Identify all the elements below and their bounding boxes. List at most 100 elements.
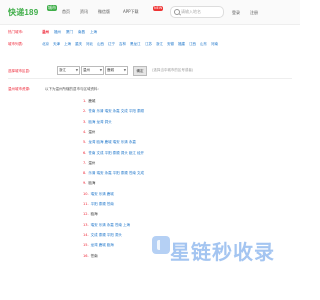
search-input[interactable]: 请输入地名 bbox=[181, 9, 201, 15]
item-tags[interactable]: 文成 泰顺 平阳 洞头 bbox=[91, 233, 122, 237]
new-badge: NEW bbox=[153, 6, 164, 11]
item-number: 15. bbox=[83, 243, 89, 248]
hot-city[interactable]: 福州 bbox=[54, 30, 61, 35]
hot-city[interactable]: 南昌 bbox=[78, 30, 85, 35]
city-link[interactable]: 河南 bbox=[211, 42, 218, 47]
login-link[interactable]: 登录 bbox=[232, 10, 240, 16]
list-item[interactable]: 4. 温州 bbox=[83, 130, 95, 135]
list-item[interactable]: 9. 瓯海 bbox=[83, 181, 95, 186]
city-link[interactable]: 北京 bbox=[42, 42, 49, 47]
city-link[interactable]: 吉林 bbox=[119, 42, 126, 47]
list-item[interactable]: 5. 龙湾 瓯海 鹿城 瑞安 乐清 永嘉 bbox=[83, 140, 136, 145]
item-number: 16. bbox=[83, 253, 89, 258]
chevron-down-icon: ▼ bbox=[123, 68, 126, 72]
item-tags[interactable]: 苍南 乐清 瑞安 永嘉 文成 平阳 泰顺 bbox=[88, 109, 144, 113]
item-tags[interactable]: 乐清 瑞安 永嘉 平阳 泰顺 苍南 文成 bbox=[88, 171, 144, 175]
item-tags[interactable]: 瑞安 乐清 永嘉 苍南 上海 bbox=[91, 223, 130, 227]
item-number: 11. bbox=[83, 202, 89, 206]
query-hint: (选择当中城市的区号或者) bbox=[152, 68, 194, 72]
nav-home[interactable]: 首页 bbox=[62, 9, 70, 15]
city-link[interactable]: 浙江 bbox=[156, 42, 163, 47]
watermark-logo-icon bbox=[152, 236, 170, 254]
item-name[interactable]: 温州 bbox=[88, 161, 95, 165]
register-link[interactable]: 注册 bbox=[250, 10, 258, 16]
city-link[interactable]: 安徽 bbox=[167, 42, 174, 47]
list-item[interactable]: 11. 平阳 泰顺 苍南 bbox=[83, 202, 114, 207]
list-item[interactable]: 16. 苍南 bbox=[83, 254, 98, 259]
city-value: 温州 bbox=[83, 68, 90, 72]
item-number: 12. bbox=[83, 212, 89, 217]
item-tags[interactable]: 龙湾 鹿城 瓯海 bbox=[91, 243, 114, 247]
nav-app-download[interactable]: APP下载 bbox=[123, 9, 139, 15]
top-bar: 快递189 城市 首页 资讯 微信版 APP下载 NEW 请输入地名 登录 注册 bbox=[0, 0, 300, 25]
city-link[interactable]: 山东 bbox=[200, 42, 207, 47]
item-name[interactable]: 苍南 bbox=[91, 254, 98, 258]
city-link[interactable]: 山西 bbox=[97, 42, 104, 47]
list-item[interactable]: 13. 瑞安 乐清 永嘉 苍南 上海 bbox=[83, 223, 130, 228]
item-number: 3. bbox=[83, 119, 87, 124]
item-number: 7. bbox=[83, 160, 87, 165]
district-select[interactable]: 鹿城 ▼ bbox=[105, 66, 128, 75]
list-item[interactable]: 8. 乐清 瑞安 永嘉 平阳 泰顺 苍南 文成 bbox=[83, 171, 144, 176]
intro-label: 温州城市资源: bbox=[8, 87, 31, 91]
item-name[interactable]: 鹿城 bbox=[88, 99, 95, 103]
list-item[interactable]: 1. 鹿城 bbox=[83, 99, 95, 104]
list-item[interactable]: 12. 瓯海 bbox=[83, 212, 98, 217]
hot-city[interactable]: 厦门 bbox=[66, 30, 73, 35]
item-number: 9. bbox=[83, 181, 87, 186]
city-link[interactable]: 辽宁 bbox=[108, 42, 115, 47]
item-number: 13. bbox=[83, 222, 89, 227]
item-number: 5. bbox=[83, 140, 87, 145]
divider bbox=[8, 78, 292, 79]
item-number: 4. bbox=[83, 129, 87, 134]
city-link[interactable]: 河北 bbox=[86, 42, 93, 47]
item-name[interactable]: 瓯海 bbox=[88, 181, 95, 185]
item-number: 2. bbox=[83, 109, 87, 114]
search-icon[interactable] bbox=[174, 9, 180, 15]
list-item[interactable]: 7. 温州 bbox=[83, 161, 95, 166]
list-item[interactable]: 2. 苍南 乐清 瑞安 永嘉 文成 平阳 泰顺 bbox=[83, 109, 144, 114]
item-name[interactable]: 瓯海 bbox=[91, 212, 98, 216]
list-item[interactable]: 6. 苍南 文成 平阳 泰顺 洞头 瓯江 经开 bbox=[83, 151, 144, 156]
item-number: 10. bbox=[83, 191, 89, 196]
area-select-label: 选择城市区县: bbox=[8, 69, 31, 73]
hot-cities-label: 热门城市: bbox=[8, 30, 24, 34]
logo-badge: 城市 bbox=[47, 5, 57, 11]
city-select[interactable]: 温州 ▼ bbox=[81, 66, 104, 75]
item-name[interactable]: 温州 bbox=[88, 130, 95, 134]
city-link[interactable]: 天津 bbox=[53, 42, 60, 47]
list-item[interactable]: 3. 瓯海 龙湾 洞头 bbox=[83, 120, 112, 125]
item-tags[interactable]: 苍南 文成 平阳 泰顺 洞头 瓯江 经开 bbox=[88, 151, 144, 155]
city-list-label: 城市列表: bbox=[8, 42, 24, 46]
district-value: 鹿城 bbox=[107, 68, 114, 72]
item-number: 1. bbox=[83, 99, 87, 103]
chevron-down-icon: ▼ bbox=[99, 68, 102, 72]
item-number: 8. bbox=[83, 171, 87, 176]
nav-wechat[interactable]: 微信版 bbox=[98, 9, 110, 15]
city-link[interactable]: 江西 bbox=[189, 42, 196, 47]
city-link[interactable]: 重庆 bbox=[75, 42, 82, 47]
item-tags[interactable]: 瑞安 乐清 鹿城 bbox=[91, 192, 114, 196]
search-box[interactable]: 请输入地名 bbox=[170, 6, 224, 18]
watermark-text: 星链秒收录 bbox=[170, 242, 275, 264]
item-tags[interactable]: 平阳 泰顺 苍南 bbox=[91, 202, 114, 206]
site-logo[interactable]: 快递189 bbox=[8, 7, 38, 18]
list-item[interactable]: 14. 文成 泰顺 平阳 洞头 bbox=[83, 233, 122, 238]
item-tags[interactable]: 龙湾 瓯海 鹿城 瑞安 乐清 永嘉 bbox=[88, 140, 136, 144]
hot-city[interactable]: 温州 bbox=[42, 30, 49, 35]
province-select[interactable]: 浙江 ▼ bbox=[57, 66, 80, 75]
city-link[interactable]: 江苏 bbox=[145, 42, 152, 47]
nav-news[interactable]: 资讯 bbox=[80, 9, 88, 15]
confirm-button[interactable]: 确定 bbox=[133, 66, 147, 76]
item-tags[interactable]: 瓯海 龙湾 洞头 bbox=[88, 120, 111, 124]
item-number: 14. bbox=[83, 232, 89, 237]
list-item[interactable]: 15. 龙湾 鹿城 瓯海 bbox=[83, 243, 114, 248]
chevron-down-icon: ▼ bbox=[75, 68, 78, 72]
city-link[interactable]: 上海 bbox=[64, 42, 71, 47]
item-number: 6. bbox=[83, 150, 87, 155]
city-link[interactable]: 福建 bbox=[178, 42, 185, 47]
city-link[interactable]: 黑龙江 bbox=[130, 42, 141, 47]
hot-city[interactable]: 上海 bbox=[90, 30, 97, 35]
province-value: 浙江 bbox=[59, 68, 66, 72]
list-item[interactable]: 10. 瑞安 乐清 鹿城 bbox=[83, 192, 114, 197]
